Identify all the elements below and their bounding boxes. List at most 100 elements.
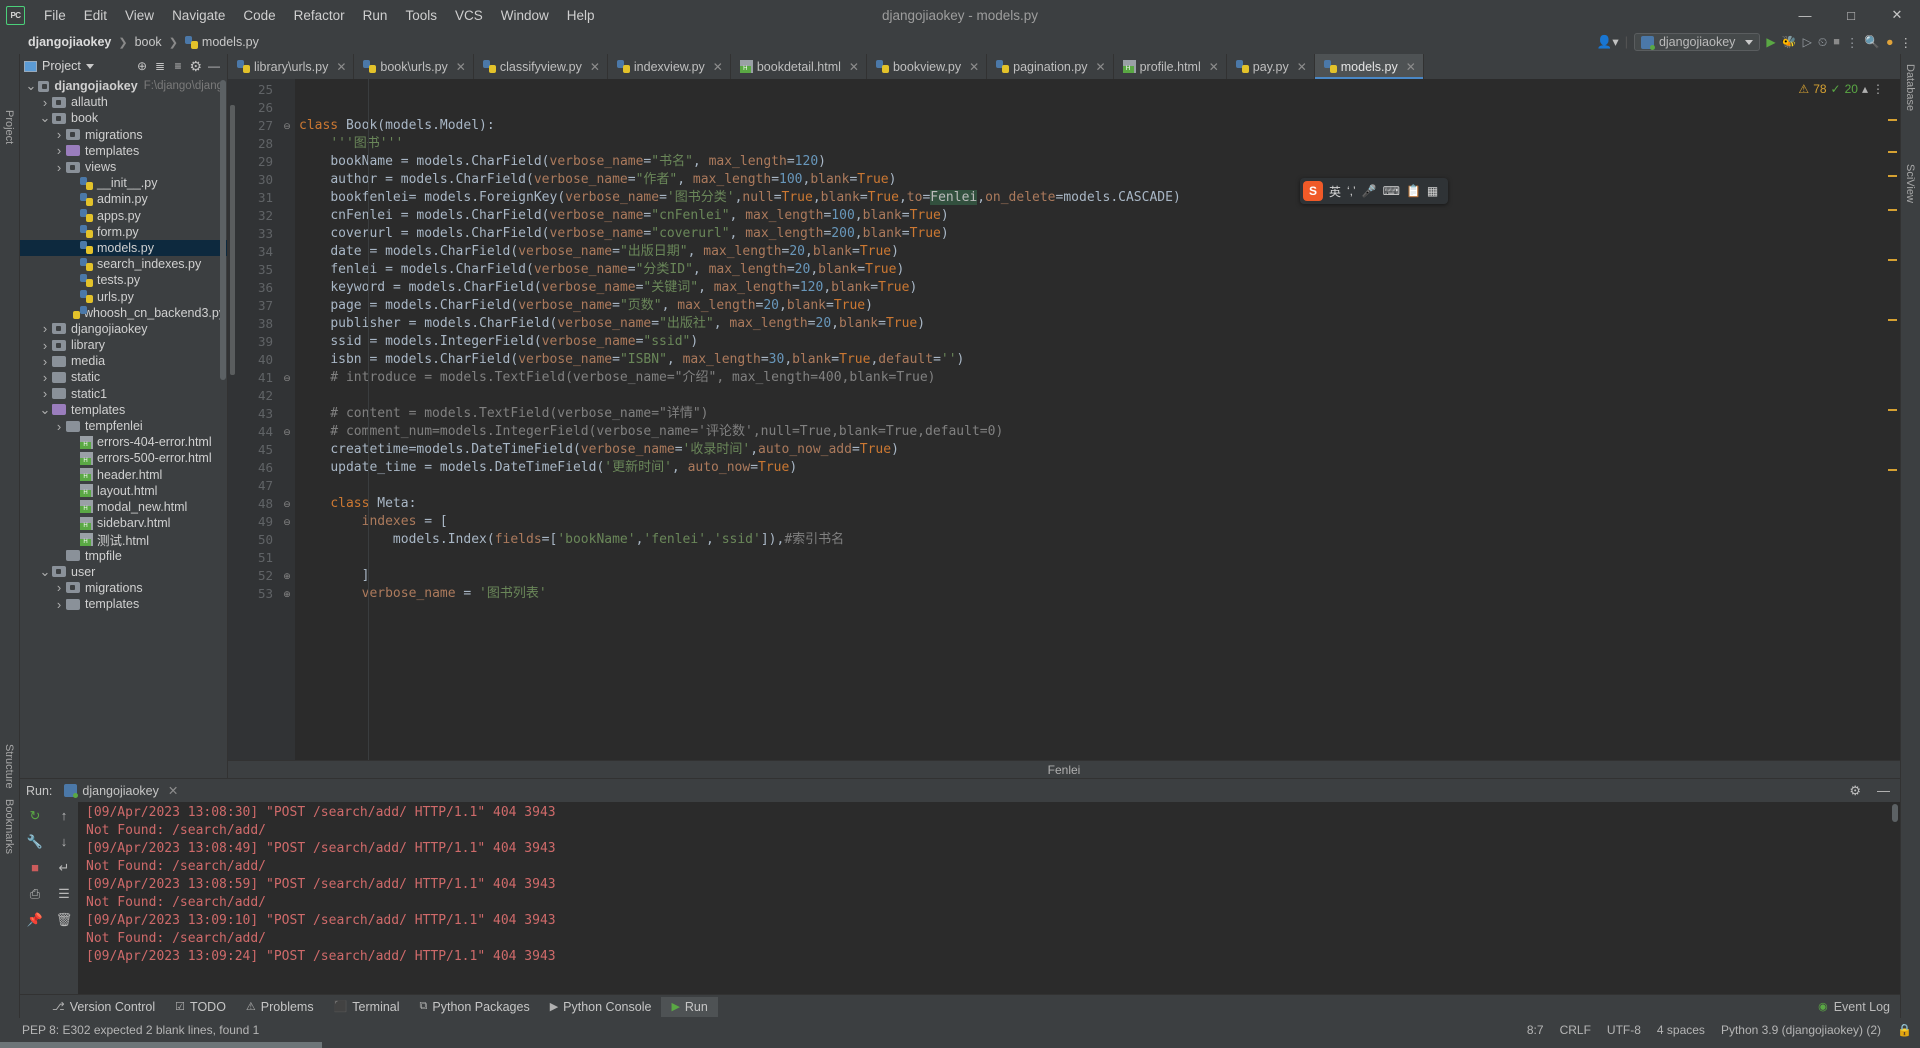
chevron-down-icon[interactable]: ⌄ — [38, 111, 52, 124]
tree-item-tempfenlei[interactable]: › tempfenlei — [20, 418, 227, 434]
tree-item-search_indexes-py[interactable]: search_indexes.py — [20, 256, 227, 272]
keyboard-icon[interactable]: ⌨ — [1383, 184, 1400, 198]
close-icon[interactable]: ✕ — [456, 60, 466, 74]
chevron-right-icon[interactable]: › — [38, 354, 52, 369]
close-icon[interactable]: ✕ — [849, 60, 859, 74]
tree-item-djangojiaokey[interactable]: › djangojiaokey — [20, 321, 227, 337]
chevron-right-icon[interactable]: › — [38, 338, 52, 353]
close-button[interactable]: ✕ — [1874, 0, 1920, 30]
tree-item-urls-py[interactable]: urls.py — [20, 288, 227, 304]
close-icon[interactable]: ✕ — [969, 60, 979, 74]
menu-help[interactable]: Help — [558, 4, 604, 27]
menu-vcs[interactable]: VCS — [446, 4, 492, 27]
close-icon[interactable]: ✕ — [590, 60, 600, 74]
menu-file[interactable]: File — [35, 4, 75, 27]
menu-refactor[interactable]: Refactor — [285, 4, 354, 27]
hide-icon[interactable]: — — [205, 57, 223, 75]
tree-item----html[interactable]: 测试.html — [20, 531, 227, 548]
close-icon[interactable]: ✕ — [168, 783, 178, 798]
minimize-button[interactable]: — — [1782, 0, 1828, 30]
rerun-icon[interactable]: ↻ — [27, 807, 44, 824]
search-icon[interactable]: 🔍 — [1864, 35, 1880, 50]
editor-tab-library-urls.py[interactable]: library\urls.py ✕ — [228, 54, 355, 79]
updates-icon[interactable]: ● — [1886, 35, 1894, 49]
ime-mode-label[interactable]: 英 — [1329, 183, 1341, 200]
close-icon[interactable]: ✕ — [1096, 60, 1106, 74]
tree-item-errors-500-error-html[interactable]: errors-500-error.html — [20, 450, 227, 466]
collapse-all-icon[interactable]: ≡ — [169, 57, 187, 75]
tree-scrollbar[interactable] — [220, 80, 226, 380]
toolwindow-button-terminal[interactable]: ⬛ Terminal — [324, 997, 410, 1017]
chevron-right-icon[interactable]: › — [52, 419, 66, 434]
coverage-button[interactable]: ▷ — [1803, 35, 1812, 49]
wrench-icon[interactable]: 🔧 — [27, 833, 44, 850]
tree-item-static1[interactable]: › static1 — [20, 386, 227, 402]
menu-code[interactable]: Code — [234, 4, 284, 27]
tree-item-tmpfile[interactable]: tmpfile — [20, 547, 227, 563]
editor-tab-bookdetail.html[interactable]: bookdetail.html ✕ — [731, 54, 867, 79]
rail-label-bookmarks[interactable]: Bookmarks — [3, 799, 15, 854]
editor-tab-indexview.py[interactable]: indexview.py ✕ — [608, 54, 731, 79]
more-icon[interactable]: ⋮ — [1872, 82, 1884, 96]
tree-item-form-py[interactable]: form.py — [20, 224, 227, 240]
chevron-right-icon[interactable]: › — [38, 95, 52, 110]
tree-item-migrations[interactable]: › migrations — [20, 580, 227, 596]
breadcrumb-folder[interactable]: book — [135, 35, 162, 49]
tree-item-djangojiaokey[interactable]: ⌄ djangojiaokey F:\django\djang — [20, 78, 227, 94]
filter-icon[interactable]: ☰ — [56, 885, 73, 902]
editor-tab-bookview.py[interactable]: bookview.py ✕ — [867, 54, 988, 79]
fold-toggle-icon[interactable]: ⊖ — [279, 369, 295, 387]
tree-item-apps-py[interactable]: apps.py — [20, 208, 227, 224]
trash-icon[interactable]: 🗑 — [56, 911, 73, 928]
profile-button[interactable]: ⏲ — [1818, 35, 1827, 50]
rail-label-sciview[interactable]: SciView — [1904, 164, 1916, 203]
horizontal-scroll-strip[interactable] — [0, 1042, 1920, 1048]
gear-icon[interactable]: ⚙ — [1845, 783, 1865, 799]
editor-tab-pagination.py[interactable]: pagination.py ✕ — [987, 54, 1114, 79]
tree-item-errors-404-error-html[interactable]: errors-404-error.html — [20, 434, 227, 450]
chevron-down-icon[interactable]: ⌄ — [24, 79, 38, 92]
chevron-right-icon[interactable]: › — [38, 370, 52, 385]
menu-run[interactable]: Run — [354, 4, 397, 27]
rail-label-database[interactable]: Database — [1904, 64, 1916, 111]
menu-navigate[interactable]: Navigate — [163, 4, 234, 27]
toolwindow-button-python-packages[interactable]: ⧉ Python Packages — [410, 997, 540, 1017]
fold-toggle-icon[interactable]: ⊖ — [279, 495, 295, 513]
chevron-right-icon[interactable]: › — [52, 597, 66, 612]
tree-item-admin-py[interactable]: admin.py — [20, 191, 227, 207]
menu-edit[interactable]: Edit — [75, 4, 116, 27]
tree-item-views[interactable]: › views — [20, 159, 227, 175]
inspection-widget[interactable]: ⚠ 78 ✓ 20 ▴ ⋮ — [1798, 82, 1884, 96]
debug-button[interactable]: 🐝 — [1782, 35, 1797, 49]
tree-item-allauth[interactable]: › allauth — [20, 94, 227, 110]
more-icon[interactable]: ⋮ — [1846, 35, 1859, 50]
settings-icon[interactable] — [187, 57, 205, 75]
toolwindow-button-version-control[interactable]: ⎇ Version Control — [42, 997, 165, 1017]
close-icon[interactable]: ✕ — [1297, 60, 1307, 74]
horizontal-scroll-thumb[interactable] — [0, 1042, 322, 1048]
stop-button[interactable]: ■ — [1833, 36, 1840, 48]
tool-window-bar[interactable]: ⎇ Version Control ☑ TODO ⚠ Problems ⬛ Terminal ⧉… — [20, 994, 1900, 1018]
toolwindow-button-run[interactable]: ▶ Run — [661, 996, 718, 1017]
tree-item-templates[interactable]: ⌄ templates — [20, 402, 227, 418]
editor-vertical-scrollbar[interactable] — [230, 105, 235, 375]
chevron-right-icon[interactable]: › — [38, 321, 52, 336]
scroll-up-icon[interactable]: ↑ — [56, 807, 73, 824]
run-tab-djangojiaokey[interactable]: djangojiaokey ✕ — [60, 783, 182, 798]
chevron-right-icon[interactable]: › — [52, 127, 66, 142]
pin-icon[interactable]: 📌 — [27, 911, 44, 928]
lock-icon[interactable]: 🔒 — [1897, 1023, 1912, 1037]
chevron-right-icon[interactable]: › — [38, 386, 52, 401]
fold-toggle-icon[interactable]: ⊕ — [279, 585, 295, 603]
toolwindow-button-problems[interactable]: ⚠ Problems — [236, 997, 324, 1017]
line-separator[interactable]: CRLF — [1560, 1023, 1591, 1037]
stop-icon[interactable]: ■ — [27, 859, 44, 876]
tree-item-templates[interactable]: › templates — [20, 143, 227, 159]
console-scrollbar[interactable] — [1892, 804, 1898, 822]
run-configuration-selector[interactable]: djangojiaokey — [1633, 33, 1761, 51]
editor-error-stripe[interactable] — [1886, 79, 1900, 778]
editor-fold-column[interactable]: ⊖ ⊖ ⊖ ⊖ ⊖ ⊕ ⊕ — [279, 79, 295, 778]
close-icon[interactable]: ✕ — [1406, 60, 1416, 74]
tree-item-user[interactable]: ⌄ user — [20, 564, 227, 580]
soft-wrap-icon[interactable]: ↵ — [56, 859, 73, 876]
